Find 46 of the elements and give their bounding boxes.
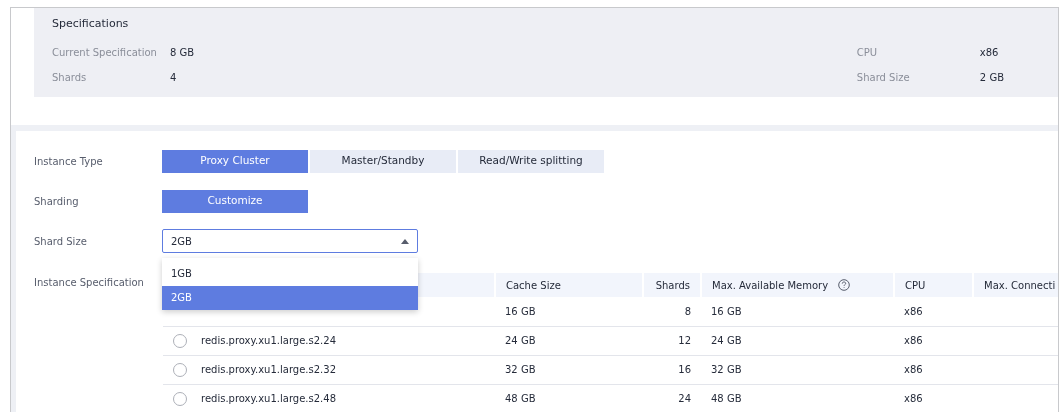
option-tab[interactable]: Proxy Cluster: [162, 149, 308, 173]
field-label: CPU: [856, 45, 879, 60]
table-cell: x86: [904, 393, 923, 404]
field-value: 2 GB: [979, 70, 1004, 85]
table-cell: 48 GB: [711, 393, 742, 404]
column-header: CPU: [905, 279, 926, 291]
field-label: Shard Size: [34, 234, 88, 249]
table-cell: 16 GB: [505, 305, 536, 317]
dropdown-option[interactable]: 1GB: [162, 262, 418, 286]
table-cell: 48 GB: [505, 393, 536, 404]
field-value: 4: [170, 70, 177, 85]
table-cell: redis.proxy.xu1.large.s2.48: [201, 393, 336, 404]
option-tab[interactable]: Master/Standby: [310, 149, 456, 173]
section-title: Specifications: [52, 16, 130, 32]
field-label: Shards: [52, 70, 88, 85]
table-cell: x86: [904, 364, 923, 375]
table-cell: x86: [904, 305, 923, 317]
table-cell: 32 GB: [711, 364, 742, 375]
field-value: 8 GB: [170, 45, 195, 60]
option-tab[interactable]: Read/Write splitting: [458, 149, 604, 173]
shard-size-select[interactable]: 2GB: [162, 229, 418, 253]
table-cell: 12: [678, 335, 691, 346]
option-tab[interactable]: Customize: [162, 189, 308, 213]
field-label: Instance Specification: [34, 276, 145, 290]
field-label: Instance Type: [34, 154, 104, 169]
table-cell: 24 GB: [711, 335, 742, 346]
field-value: x86: [979, 45, 999, 60]
field-label: Current Specification: [52, 45, 158, 60]
help-icon[interactable]: [838, 278, 851, 291]
table-cell: x86: [904, 335, 923, 346]
column-header: Shards: [655, 279, 690, 291]
column-header: Cache Size: [506, 279, 561, 291]
caret-icon: [401, 238, 409, 244]
table-cell: redis.proxy.xu1.large.s2.32: [201, 364, 336, 375]
table-cell: 24: [678, 393, 691, 404]
table-cell: 8: [684, 305, 691, 317]
table-cell: redis.proxy.xu1.large.s2.24: [201, 335, 336, 346]
field-label: Shard Size: [856, 70, 911, 85]
column-header: Max. Available Memory: [712, 279, 829, 291]
field-label: Sharding: [34, 194, 80, 209]
table-cell: 32 GB: [505, 364, 536, 375]
dropdown-option[interactable]: 2GB: [162, 286, 418, 310]
table-cell: 16: [678, 364, 691, 375]
column-header: Max. Connecti: [984, 279, 1056, 291]
table-cell: 16 GB: [711, 305, 742, 317]
table-cell: 24 GB: [505, 335, 536, 346]
